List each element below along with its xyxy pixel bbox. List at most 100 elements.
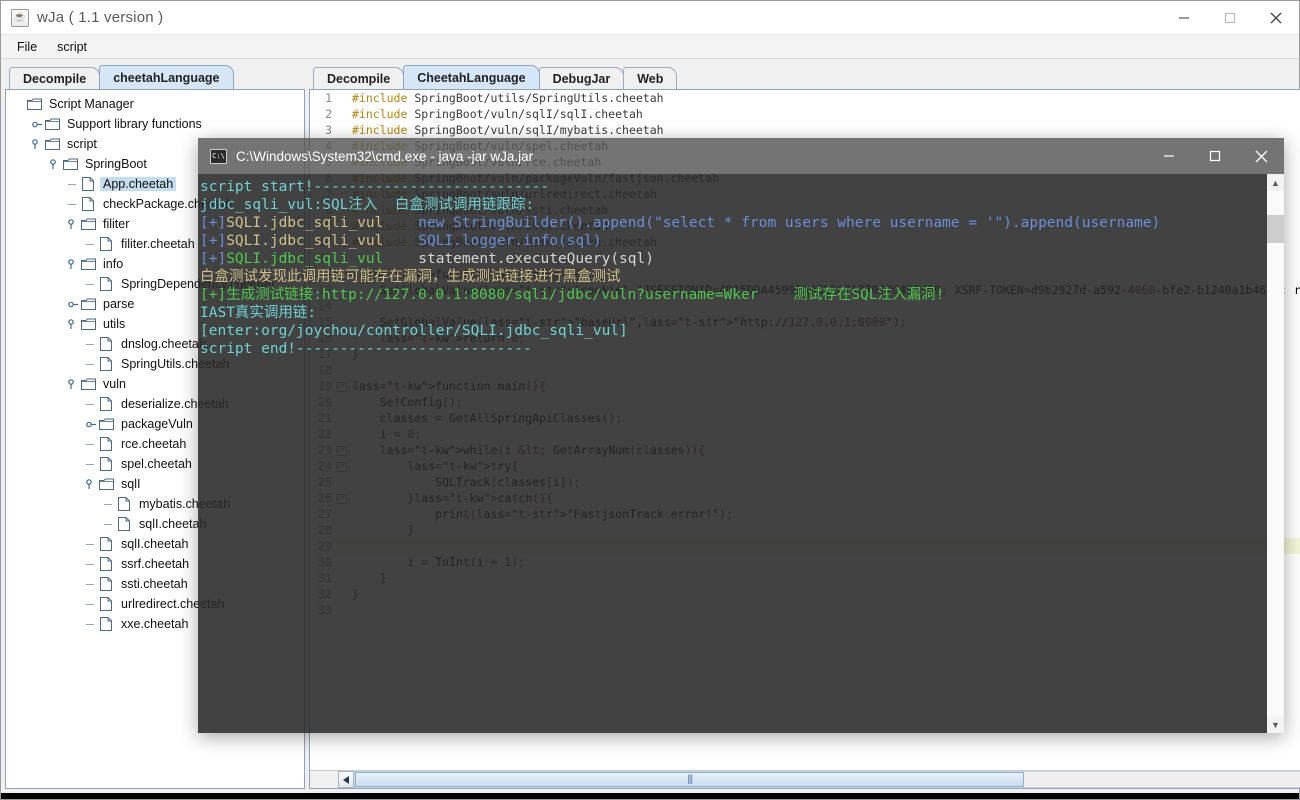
console-line: [+]生成测试链接:http://127.0.0.1:8080/sqli/jdb… [200, 287, 945, 303]
file-icon [98, 437, 114, 451]
tab-decompile[interactable]: Decompile [9, 67, 101, 89]
tree-collapse-icon[interactable] [84, 419, 98, 430]
tab-label: cheetahLanguage [113, 71, 220, 85]
window-title: wJa ( 1.1 version ) [37, 9, 164, 26]
console-minimize-icon[interactable] [1146, 138, 1192, 174]
tree-item-label: parse [103, 297, 135, 311]
console-line: [enter:org/joychou/controller/SQLI.jdbc_… [200, 323, 628, 339]
console-close-icon[interactable] [1238, 138, 1284, 174]
file-icon [98, 397, 114, 411]
tree-item-label: ssrf.cheetah [121, 557, 190, 571]
tree-expand-icon[interactable] [66, 218, 80, 230]
tab-debugjar[interactable]: DebugJar [538, 67, 625, 89]
tree-leaf-line-icon [84, 399, 98, 410]
folder-icon [44, 138, 60, 151]
tree-item[interactable]: Script Manager [12, 94, 304, 114]
tree-item-label: info [103, 257, 124, 271]
console-scrollbar-thumb[interactable] [1267, 215, 1284, 243]
window-controls [1161, 1, 1299, 34]
console-scroll-up-icon[interactable]: ▲ [1267, 174, 1284, 191]
code-line[interactable]: 3 #include SpringBoot/vuln/sqlI/mybatis.c… [310, 122, 1300, 138]
tree-expand-icon[interactable] [66, 378, 80, 390]
maximize-icon[interactable] [1207, 1, 1253, 34]
file-icon [98, 457, 114, 471]
folder-icon [98, 478, 114, 491]
fold-placeholder [336, 122, 348, 138]
console-titlebar: C:\ C:\Windows\System32\cmd.exe - java -… [198, 138, 1284, 174]
file-icon [98, 537, 114, 551]
file-icon [80, 197, 96, 211]
file-icon [80, 177, 96, 191]
window-titlebar: ☕ wJa ( 1.1 version ) [1, 1, 1299, 35]
console-scroll-down-icon[interactable]: ▼ [1267, 716, 1284, 733]
tree-leaf-line-icon [84, 339, 98, 350]
tree-item-label: script [67, 137, 97, 151]
tree-expand-icon[interactable] [66, 258, 80, 270]
console-maximize-icon[interactable] [1192, 138, 1238, 174]
folder-icon [80, 218, 96, 231]
scroll-left-icon[interactable] [338, 771, 354, 788]
tree-item-label: SpringBoot [85, 157, 147, 171]
tree-leaf-line-icon [84, 559, 98, 570]
cmd-console-window[interactable]: C:\ C:\Windows\System32\cmd.exe - java -… [198, 138, 1284, 733]
tree-item-label: vuln [103, 377, 126, 391]
menu-bar: File script [1, 35, 1299, 59]
file-icon [98, 357, 114, 371]
tab-cheetahlanguage[interactable]: CheetahLanguage [403, 65, 540, 89]
console-output[interactable]: script start!---------------------------… [198, 174, 1267, 733]
console-vertical-scrollbar[interactable]: ▲ ▼ [1267, 174, 1284, 733]
folder-icon [62, 158, 78, 171]
tab-web[interactable]: Web [623, 67, 678, 89]
file-icon [98, 277, 114, 291]
scrollbar-corner [310, 771, 338, 788]
tree-expand-icon[interactable] [30, 138, 44, 150]
menu-item-script[interactable]: script [49, 38, 95, 56]
tree-leaf-line-icon [66, 179, 80, 190]
code-line[interactable]: 2 #include SpringBoot/vuln/sqlI/sqlI.chee… [310, 106, 1300, 122]
line-number: 2 [310, 106, 336, 122]
file-icon [98, 557, 114, 571]
tree-item-label: filiter [103, 217, 130, 231]
tree-collapse-icon[interactable] [66, 299, 80, 310]
close-icon[interactable] [1253, 1, 1299, 34]
tree-leaf-line-icon [84, 579, 98, 590]
tree-leaf-line-icon [84, 439, 98, 450]
tree-item-label: App.cheetah [100, 177, 177, 191]
horizontal-scroll-thumb[interactable]: ||| [355, 772, 1025, 787]
horizontal-scroll-track[interactable]: ||| [354, 771, 1300, 788]
right-tabstrip: Decompile CheetahLanguage DebugJar Web [309, 63, 1300, 89]
folder-icon [80, 318, 96, 331]
thumb-grip-icon: ||| [687, 774, 693, 785]
tree-item-label: Script Manager [49, 97, 134, 111]
tab-cheetahlanguage[interactable]: cheetahLanguage [99, 65, 234, 89]
minimize-icon[interactable] [1161, 1, 1207, 34]
tree-leaf-line-icon [102, 519, 116, 530]
code-line[interactable]: 1 #include SpringBoot/utils/SpringUtils.c… [310, 90, 1300, 106]
tree-collapse-icon[interactable] [30, 119, 44, 130]
tab-label: Decompile [23, 72, 87, 86]
tree-expand-icon[interactable] [66, 318, 80, 330]
console-line: [+]SQLI.jdbc_sqli_vul SQLI.logger.info(s… [200, 233, 602, 249]
console-scrollbar-track[interactable] [1267, 191, 1284, 716]
file-icon [116, 497, 132, 511]
file-icon [98, 237, 114, 251]
tree-item[interactable]: Support library functions [12, 114, 304, 134]
menu-item-file[interactable]: File [9, 38, 45, 56]
console-line: [+]SQLI.jdbc_sqli_vul statement.executeQ… [200, 251, 654, 267]
tree-expand-icon[interactable] [48, 158, 62, 170]
tree-item-label: ssti.cheetah [121, 577, 188, 591]
folder-icon [26, 98, 42, 111]
file-icon [98, 337, 114, 351]
tab-decompile[interactable]: Decompile [313, 67, 405, 89]
editor-horizontal-scrollbar[interactable]: ||| [310, 770, 1300, 788]
tree-item-label: dnslog.cheetah [121, 337, 206, 351]
tree-item-label: filiter.cheetah [121, 237, 195, 251]
console-body[interactable]: script start!---------------------------… [198, 174, 1284, 733]
tree-leaf-line-icon [84, 619, 98, 630]
tree-expand-icon[interactable] [84, 478, 98, 490]
console-line: script start!--------------------------- [200, 179, 550, 195]
console-line: IAST真实调用链: [200, 305, 317, 321]
tree-item-label: xxe.cheetah [121, 617, 189, 631]
console-window-controls [1146, 138, 1284, 174]
tree-item-label: sqlI [121, 477, 141, 491]
